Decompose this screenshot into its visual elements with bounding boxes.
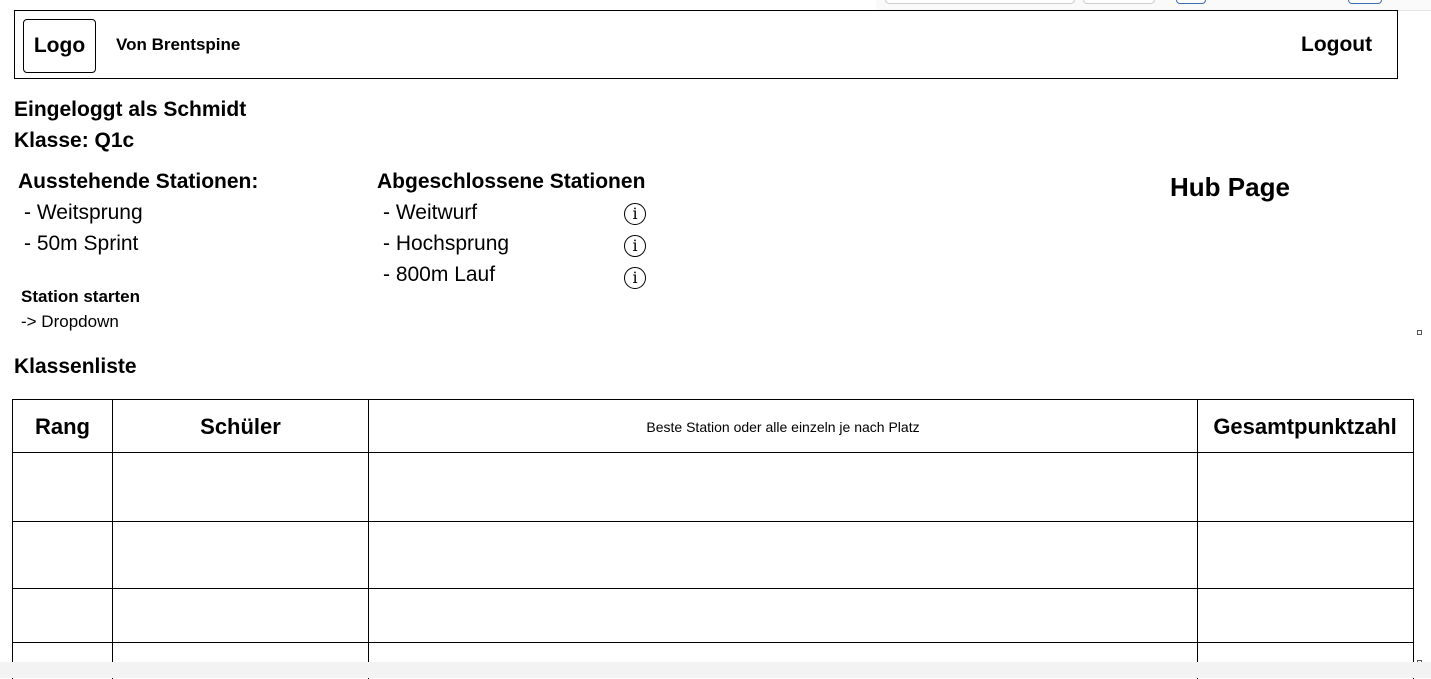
brand-name: Von Brentspine — [116, 35, 241, 54]
logo[interactable]: Logo — [23, 19, 96, 73]
station-dropdown[interactable]: -> Dropdown — [21, 312, 119, 332]
resize-handle[interactable] — [1417, 330, 1422, 335]
class-label: Klasse: Q1c — [14, 129, 135, 152]
toolbar-field-1 — [885, 0, 1075, 4]
row-divider — [13, 521, 1413, 522]
class-list-table: Rang Schüler Beste Station oder alle ein… — [12, 399, 1414, 679]
row-divider — [13, 588, 1413, 589]
pending-station-item: - 50m Sprint — [24, 232, 139, 255]
toolbar-button-2 — [1348, 0, 1382, 4]
column-header-rank: Rang — [35, 413, 90, 439]
logged-in-user: Eingeloggt als Schmidt — [14, 98, 247, 121]
page-title: Hub Page — [1170, 172, 1290, 202]
start-station-title: Station starten — [21, 287, 141, 306]
column-header-student: Schüler — [200, 413, 281, 439]
toolbar-button-1 — [1176, 0, 1206, 4]
logout-button[interactable]: Logout — [1301, 33, 1372, 57]
column-header-best-station: Beste Station oder alle einzeln je nach … — [646, 418, 920, 435]
completed-station-item: - Weitwurf — [383, 201, 478, 224]
info-icon[interactable]: i — [624, 267, 646, 289]
info-icon[interactable]: i — [624, 235, 646, 257]
row-divider — [13, 642, 1413, 643]
pending-station-item: - Weitsprung — [24, 201, 143, 224]
toolbar-field-2 — [1083, 0, 1155, 4]
info-icon[interactable]: i — [624, 203, 646, 225]
bottom-scroll-area — [0, 662, 1431, 678]
pending-stations-title: Ausstehende Stationen: — [18, 170, 259, 193]
completed-station-item: - 800m Lauf — [383, 263, 496, 286]
completed-station-item: - Hochsprung — [383, 232, 510, 255]
completed-stations-title: Abgeschlossene Stationen — [377, 170, 646, 193]
column-header-total-points: Gesamtpunktzahl — [1213, 413, 1397, 439]
class-list-title: Klassenliste — [14, 355, 137, 378]
